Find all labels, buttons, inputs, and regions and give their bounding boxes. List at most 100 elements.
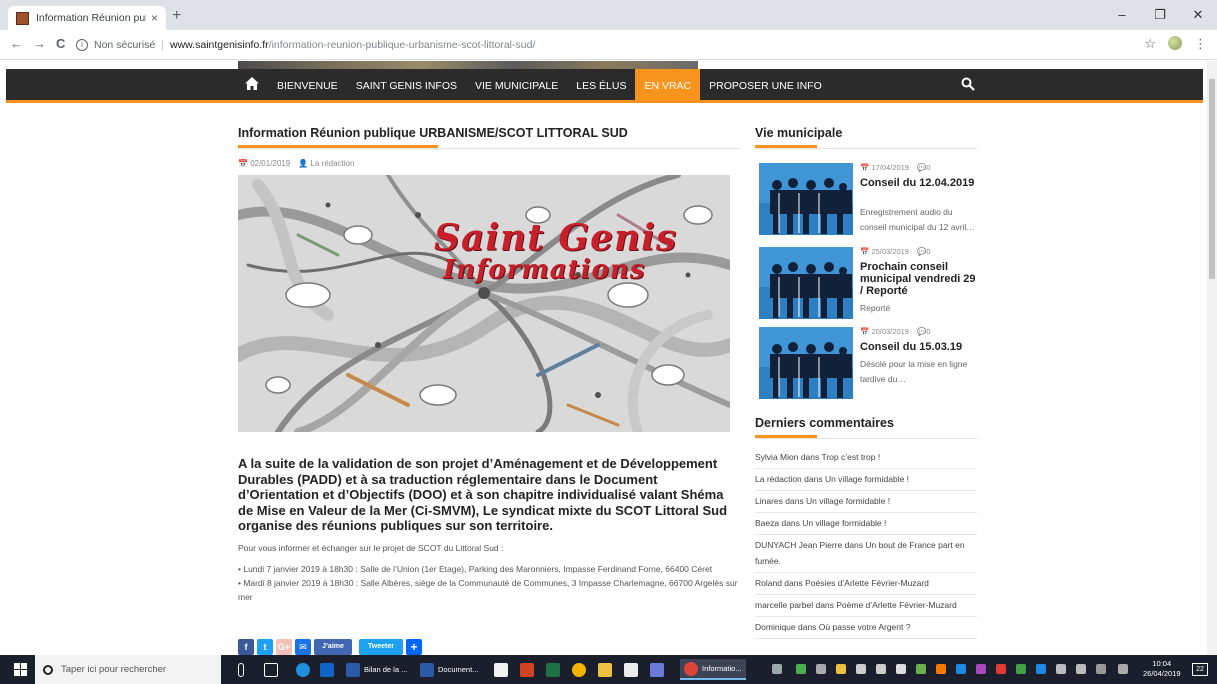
nav-item-proposer-une-info[interactable]: PROPOSER UNE INFO (700, 69, 831, 103)
post-thumbnail-image[interactable] (759, 163, 853, 235)
widget-title-derniers-commentaires: Derniers commentaires (755, 416, 894, 430)
windows-start-icon[interactable] (14, 663, 27, 676)
nav-item-saint-genis-infos[interactable]: SAINT GENIS INFOS (347, 69, 466, 103)
store-icon[interactable] (490, 659, 516, 680)
hero-title-line1: Saint Genis (434, 217, 678, 259)
tray-app-icon[interactable] (876, 664, 886, 674)
url-field[interactable]: i Non sécurisé | www.saintgenisinfo.fr /… (76, 34, 1136, 56)
article-date-item: 📅 02/01/2019 (238, 159, 291, 168)
tray-app-icon[interactable] (796, 664, 806, 674)
bookmark-star-icon[interactable]: ☆ (1144, 36, 1156, 52)
taskbar-chrome-window[interactable]: Informatio... (680, 659, 746, 680)
page-viewport: BIENVENUE SAINT GENIS INFOS VIE MUNICIPA… (0, 61, 1217, 655)
post-date: 25/03/2019 (871, 247, 909, 256)
post-date: 20/03/2019 (871, 327, 909, 336)
post-thumbnail-image[interactable] (759, 247, 853, 319)
nav-item-bienvenue[interactable]: BIENVENUE (268, 69, 347, 103)
microphone-icon[interactable] (234, 659, 252, 680)
sidebar-post[interactable]: 📅 20/03/2019 💬0 Conseil du 15.03.19 Désol… (755, 327, 977, 413)
task-view-icon[interactable] (260, 659, 286, 680)
outlook-icon[interactable] (316, 659, 342, 680)
minimize-button[interactable]: – (1103, 0, 1141, 30)
clock-time: 10:04 (1152, 659, 1172, 668)
mail-icon[interactable] (620, 659, 646, 680)
tray-app-icon[interactable] (956, 664, 966, 674)
post-excerpt: Désolé pour la mise en ligne tardive du… (860, 359, 968, 384)
tray-app-icon[interactable] (816, 664, 826, 674)
explorer-icon[interactable] (594, 659, 620, 680)
restore-button[interactable]: ❐ (1141, 0, 1179, 30)
sidebar-post[interactable]: 📅 25/03/2019 💬0 Prochain conseil municipa… (755, 247, 977, 327)
home-icon[interactable] (244, 76, 260, 91)
tray-app-icon[interactable] (836, 664, 846, 674)
notification-center-icon[interactable]: 22 (1192, 663, 1208, 676)
nav-item-vie-municipale[interactable]: VIE MUNICIPALE (466, 69, 567, 103)
recent-comment[interactable]: Dominique dans Où passe votre Argent ? (755, 617, 977, 639)
facebook-share-icon[interactable]: f (238, 639, 254, 655)
close-window-button[interactable]: ✕ (1179, 0, 1217, 30)
excel-icon[interactable] (542, 659, 568, 680)
volume-icon[interactable] (1096, 664, 1106, 674)
facebook-like-button[interactable]: J’aime (314, 639, 352, 655)
reload-button[interactable]: C (56, 36, 65, 51)
powerpoint-icon[interactable] (516, 659, 542, 680)
scrollbar-thumb[interactable] (1209, 79, 1215, 279)
post-title[interactable]: Prochain conseil municipal vendredi 29 /… (860, 261, 978, 297)
address-bar-row: ← → C i Non sécurisé | www.saintgenisinf… (0, 30, 1217, 60)
new-tab-button[interactable]: + (172, 7, 181, 25)
nav-item-en-vrac[interactable]: EN VRAC (635, 69, 701, 103)
browser-tab[interactable]: Information Réunion publique URBANISME/S… (8, 6, 166, 30)
taskbar-search-box[interactable]: Taper ici pour rechercher (35, 655, 221, 684)
nav-item-les-elus[interactable]: LES ÉLUS (567, 69, 635, 103)
people-icon[interactable] (772, 664, 782, 674)
chrome-pinned-icon[interactable] (568, 659, 594, 680)
taskbar-search-placeholder: Taper ici pour rechercher (61, 664, 167, 675)
site-info-icon[interactable]: i (76, 39, 88, 51)
post-thumbnail-image[interactable] (759, 327, 853, 399)
post-comment-count: 0 (926, 163, 931, 172)
recent-comment[interactable]: marcelle parbel dans Poème d’Arlette Fév… (755, 595, 977, 617)
tray-app-icon[interactable] (916, 664, 926, 674)
extension-icon[interactable] (1168, 36, 1182, 50)
more-share-icon[interactable]: + (406, 639, 422, 655)
calendar-icon[interactable] (646, 659, 672, 680)
search-icon[interactable] (961, 77, 975, 91)
tweet-button[interactable]: Tweeter (359, 639, 403, 655)
edge-icon[interactable] (292, 659, 318, 680)
keyboard-icon[interactable] (1118, 664, 1128, 674)
taskbar-clock[interactable]: 10:04 26/04/2019 (1143, 659, 1181, 679)
recent-comment[interactable]: Linares dans Un village formidable ! (755, 491, 977, 513)
taskbar-word-document-label: Document... (438, 665, 479, 674)
google-plus-share-icon[interactable]: G+ (276, 639, 292, 655)
recent-comment[interactable]: DUNYACH Jean Pierre dans Un bout de Fran… (755, 535, 977, 573)
recent-comment[interactable]: La rédaction dans Un village formidable … (755, 469, 977, 491)
recent-comment[interactable]: Baeza dans Un village formidable ! (755, 513, 977, 535)
post-title[interactable]: Conseil du 12.04.2019 (860, 177, 978, 189)
taskbar-word-bilan[interactable]: Bilan de la ... (342, 659, 411, 680)
tray-app-icon[interactable] (896, 664, 906, 674)
sidebar-post[interactable]: 📅 17/04/2019 💬0 Conseil du 12.04.2019 Enr… (755, 163, 977, 247)
tray-app-icon[interactable] (936, 664, 946, 674)
recent-comment[interactable]: Roland dans Poésies d’Arlette Février-Mu… (755, 573, 977, 595)
main-navigation: BIENVENUE SAINT GENIS INFOS VIE MUNICIPA… (6, 69, 1203, 103)
network-icon[interactable] (1056, 664, 1066, 674)
tray-app-icon[interactable] (996, 664, 1006, 674)
sidebar: Vie municipale 📅 17/04/2019 💬0 Conseil du… (755, 125, 977, 639)
close-tab-icon[interactable]: × (151, 11, 158, 25)
forward-button[interactable]: → (33, 36, 46, 51)
email-share-icon[interactable]: ✉ (295, 639, 311, 655)
recent-comment[interactable]: Sylvia Mion dans Trop c’est trop ! (755, 447, 977, 469)
tray-app-icon[interactable] (976, 664, 986, 674)
browser-menu-icon[interactable]: ⋮ (1194, 36, 1207, 52)
twitter-share-icon[interactable]: t (257, 639, 273, 655)
page-scrollbar[interactable] (1207, 61, 1217, 655)
tray-app-icon[interactable] (856, 664, 866, 674)
post-comment-count: 0 (926, 247, 931, 256)
wifi-icon[interactable] (1076, 664, 1086, 674)
post-title[interactable]: Conseil du 15.03.19 (860, 341, 978, 353)
tray-app-icon[interactable] (1016, 664, 1026, 674)
article-author-item[interactable]: 👤 La rédaction (298, 159, 354, 168)
tray-app-icon[interactable] (1036, 664, 1046, 674)
back-button[interactable]: ← (10, 36, 23, 51)
taskbar-word-document[interactable]: Document... (416, 659, 482, 680)
